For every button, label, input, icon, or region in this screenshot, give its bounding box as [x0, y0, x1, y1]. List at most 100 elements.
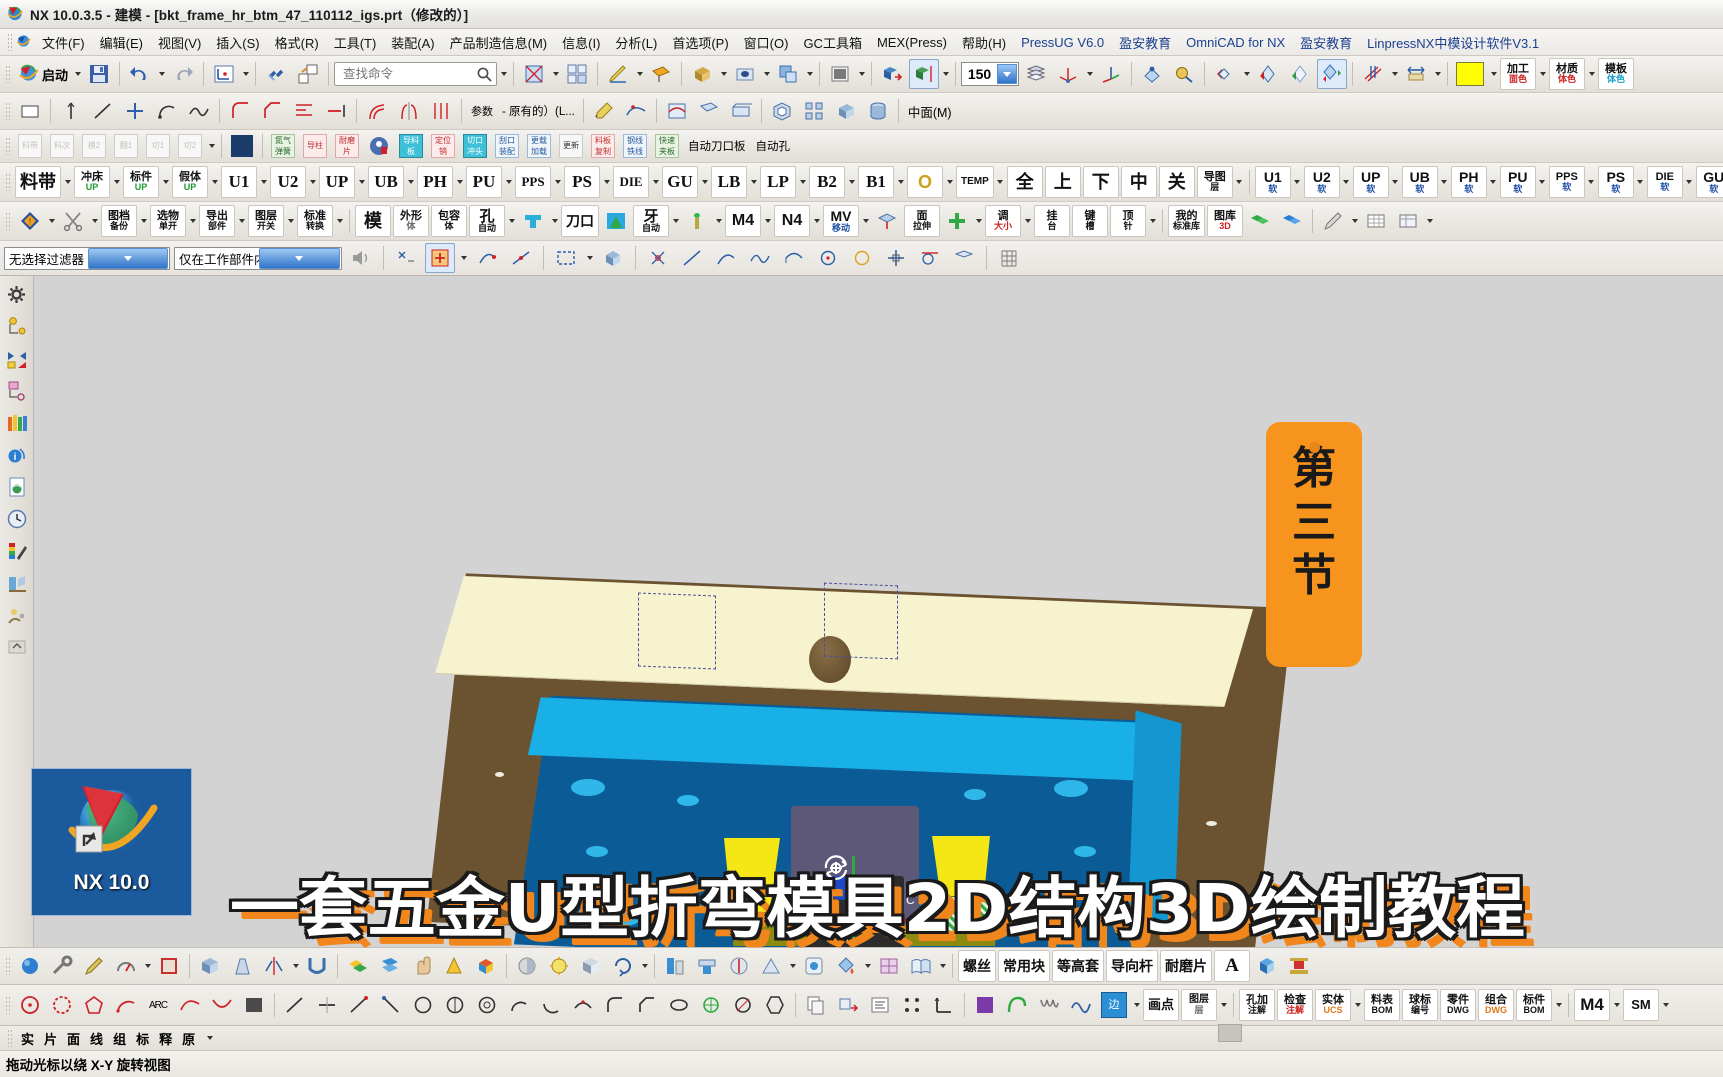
table-tool-2-button[interactable]: [1393, 206, 1423, 236]
extrude-button[interactable]: [687, 59, 717, 89]
strip-button[interactable]: 料带: [15, 166, 61, 198]
snap-arc-button[interactable]: [711, 243, 741, 273]
soft-caret-ub[interactable]: [1440, 172, 1449, 192]
circle-tool-5[interactable]: [472, 990, 502, 1020]
machining-face-color-button[interactable]: 加工 面色: [1500, 58, 1537, 90]
status-toggle-sheet[interactable]: 片: [44, 1029, 61, 1048]
code-caret-b2[interactable]: [847, 172, 856, 192]
soft-code-ub[interactable]: UB 软: [1401, 166, 1438, 198]
menu-item-insert[interactable]: 插入(S): [209, 30, 266, 55]
refresh-icon[interactable]: 更新: [556, 131, 586, 161]
punch-tool-button[interactable]: [518, 206, 548, 236]
extend-button[interactable]: [321, 96, 351, 126]
code-button-u1[interactable]: U1: [221, 166, 257, 198]
wrench-button[interactable]: [47, 951, 77, 981]
draw-point-button[interactable]: 画点: [1143, 989, 1180, 1021]
edge-select-button[interactable]: 边: [1098, 990, 1130, 1020]
ejector-pin-caret[interactable]: [1148, 211, 1157, 231]
selection-sound-button[interactable]: [346, 243, 376, 273]
draw-caret[interactable]: [1219, 995, 1228, 1015]
wear-plate-icon[interactable]: 耐磨片: [332, 131, 362, 161]
mold-tool-caret[interactable]: [788, 956, 797, 976]
soft-code-ps[interactable]: PS 软: [1597, 166, 1634, 198]
export-part-caret[interactable]: [237, 211, 246, 231]
menu-item-yingan-edu-2[interactable]: 盈安教育: [1293, 30, 1359, 55]
sidebar-item-constraint-navigator[interactable]: [2, 344, 31, 373]
datum-plane-button[interactable]: [646, 59, 676, 89]
sm-caret[interactable]: [1661, 995, 1670, 1015]
rotate-button[interactable]: [608, 951, 638, 981]
sidebar-item-roles[interactable]: [2, 600, 31, 629]
strip-caret[interactable]: [63, 172, 72, 192]
status-toggle-caret[interactable]: [205, 1028, 214, 1048]
code-button-lp[interactable]: LP: [760, 166, 796, 198]
plus-button[interactable]: [120, 96, 150, 126]
menu-item-format[interactable]: 格式(R): [268, 30, 326, 55]
outline-body-button[interactable]: 外形体: [393, 205, 429, 237]
analysis-button[interactable]: [1169, 59, 1199, 89]
mirror-object-button[interactable]: [909, 59, 940, 89]
n4-tap-button[interactable]: N4: [774, 205, 810, 237]
code-button-pu[interactable]: PU: [466, 166, 502, 198]
code-caret-u1[interactable]: [259, 172, 268, 192]
menu-item-view[interactable]: 视图(V): [151, 30, 208, 55]
layer-switch-button[interactable]: 图层 开关: [248, 205, 284, 237]
sidebar-item-assembly-navigator[interactable]: [2, 312, 31, 341]
soft-code-die[interactable]: DIE 软: [1646, 166, 1683, 198]
blue-sheet-button[interactable]: [375, 951, 405, 981]
render-button[interactable]: [512, 951, 542, 981]
open-book-caret[interactable]: [938, 956, 947, 976]
press-die-icon[interactable]: [227, 131, 257, 161]
strip-icon-5[interactable]: 切1: [143, 131, 173, 161]
code-button-ps[interactable]: PS: [564, 166, 600, 198]
hole-annotation-button[interactable]: 孔加 注解: [1239, 989, 1276, 1021]
soft-caret-u1[interactable]: [1293, 172, 1302, 192]
sidebar-item-reuse-library[interactable]: [2, 408, 31, 437]
show-hide-toggle-button[interactable]: [1317, 59, 1348, 89]
code-button-b1[interactable]: B1: [858, 166, 894, 198]
nitrogen-spring-icon[interactable]: 氮气 弹簧: [268, 131, 298, 161]
green-stack-button[interactable]: [1245, 206, 1275, 236]
soft-caret-pu[interactable]: [1538, 172, 1547, 192]
status-toggle-origin[interactable]: 原: [182, 1029, 199, 1048]
m4-caret[interactable]: [763, 211, 772, 231]
ejector-pin-button[interactable]: 顶针: [1110, 205, 1146, 237]
measure-distance-button[interactable]: [1137, 59, 1167, 89]
menu-item-gc-toolbox[interactable]: GC工具箱: [796, 30, 869, 55]
code-caret-die[interactable]: [651, 172, 660, 192]
save-button[interactable]: [84, 59, 114, 89]
sidebar-item-part-navigator[interactable]: [2, 376, 31, 405]
code-button-u2[interactable]: U2: [270, 166, 306, 198]
extrude-dropdown-caret[interactable]: [719, 64, 728, 84]
status-toggle-face[interactable]: 面: [67, 1029, 84, 1048]
my-library-button[interactable]: 我的 标准库: [1168, 205, 1206, 237]
body-ucs-button[interactable]: 实体 UCS: [1315, 989, 1352, 1021]
hang-table-button[interactable]: 挂台: [1034, 205, 1070, 237]
spline-button[interactable]: [184, 96, 214, 126]
snap-plane-button[interactable]: [949, 243, 979, 273]
selection-scope-caret[interactable]: [258, 247, 340, 269]
face-blend-button[interactable]: [662, 96, 692, 126]
hole-button[interactable]: [730, 59, 760, 89]
symmetry-caret[interactable]: [291, 956, 300, 976]
circle-tool-4[interactable]: [440, 990, 470, 1020]
hex-tool[interactable]: [760, 990, 790, 1020]
menu-item-tools[interactable]: 工具(T): [327, 30, 384, 55]
rect-select-button[interactable]: [551, 243, 581, 273]
auto-thread-caret[interactable]: [671, 211, 680, 231]
cube-annotation-button[interactable]: [1252, 951, 1282, 981]
unite-button[interactable]: [773, 59, 803, 89]
mold-button[interactable]: 模: [355, 205, 391, 237]
cut-punch-icon[interactable]: 切口 冲头: [460, 131, 490, 161]
mold-tool-5-button[interactable]: [799, 951, 829, 981]
bluebox-button[interactable]: [195, 951, 225, 981]
mirror-curve-button[interactable]: [394, 96, 424, 126]
toolbar-grip-curve[interactable]: [5, 102, 10, 120]
mold-base-icon[interactable]: [364, 131, 394, 161]
sketch-button[interactable]: [603, 59, 633, 89]
view-all-button[interactable]: 全: [1006, 166, 1043, 198]
circle-tool-3[interactable]: [408, 990, 438, 1020]
menu-item-linpressnx[interactable]: LinpressNX中模设计软件V3.1: [1360, 30, 1546, 55]
pattern-feature-button[interactable]: [799, 96, 829, 126]
stop-pin-icon[interactable]: 定位销: [428, 131, 458, 161]
